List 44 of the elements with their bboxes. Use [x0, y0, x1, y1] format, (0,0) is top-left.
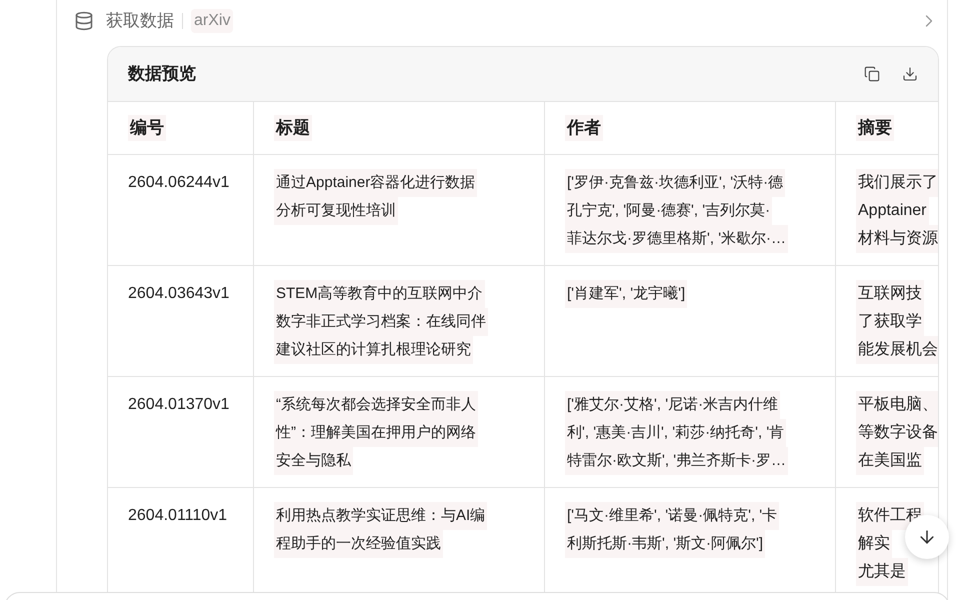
- column-header: 作者: [565, 115, 603, 141]
- abstract-text: 能发展机会: [856, 336, 938, 364]
- abstract-text: 在美国监: [856, 447, 924, 475]
- abstract-text: Apptainer: [856, 197, 928, 225]
- title-text: 程助手的一次经验值实践: [274, 530, 443, 558]
- abstract-text: 解实: [856, 530, 892, 558]
- title-text: 通过Apptainer容器化进行数据: [274, 169, 478, 197]
- authors-text: 孔宁克', '阿曼·德赛', '吉列尔莫·: [565, 197, 772, 225]
- title-text: STEM高等教育中的互联网中介: [274, 280, 485, 308]
- id-text: 2604.03643v1: [128, 285, 230, 302]
- column-header: 标题: [274, 115, 312, 141]
- abstract-text: 尤其是: [856, 558, 908, 586]
- id-text: 2604.01370v1: [128, 396, 230, 413]
- authors-text: ['罗伊·克鲁兹·坎德利亚', '沃特·德: [565, 169, 786, 197]
- abstract-text: 了获取学: [856, 308, 924, 336]
- authors-text: ['肖建军', '龙宇曦']: [565, 280, 688, 308]
- title-text: “系统每次都会选择安全而非人: [274, 391, 478, 419]
- id-text: 2604.01110v1: [128, 507, 228, 524]
- title-text: 建议社区的计算扎根理论研究: [274, 336, 473, 364]
- title-text: 利用热点教学实证思维：与AI编: [274, 502, 488, 530]
- id-text: 2604.06244v1: [128, 174, 230, 191]
- authors-text: 菲达尔戈·罗德里格斯', '米歇尔·…: [565, 225, 788, 253]
- authors-text: 特雷尔·欧文斯', '弗兰齐斯卡·罗…: [565, 447, 788, 475]
- abstract-text: 平板电脑、: [856, 391, 938, 419]
- source-tag: arXiv: [191, 9, 234, 33]
- authors-text: 利斯托斯·韦斯', '斯文·阿佩尔']: [565, 530, 766, 558]
- title-text: 数字非正式学习档案：在线同伴: [274, 308, 488, 336]
- title-text: 性”：理解美国在押用户的网络: [274, 419, 478, 447]
- copy-icon[interactable]: [864, 66, 880, 82]
- step-label: 获取数据: [106, 10, 174, 32]
- abstract-text: 互联网技: [856, 280, 924, 308]
- abstract-text: 等数字设备: [856, 419, 938, 447]
- column-header: 编号: [128, 115, 166, 141]
- card-title: 数据预览: [128, 63, 196, 86]
- column-header: 摘要: [856, 115, 894, 141]
- abstract-text: 我们展示了: [856, 169, 938, 197]
- authors-text: ['马文·维里希', '诺曼·佩特克', '卡: [565, 502, 780, 530]
- authors-text: 利', '惠美·吉川', '莉莎·纳托奇', '肯: [565, 419, 786, 447]
- authors-text: ['雅艾尔·艾格', '尼诺·米吉内什维: [565, 391, 780, 419]
- title-text: 分析可复现性培训: [274, 197, 398, 225]
- title-text: 安全与隐私: [274, 447, 353, 475]
- download-icon[interactable]: [902, 66, 918, 82]
- abstract-text: 材料与资源: [856, 225, 938, 253]
- database-icon: [74, 11, 94, 31]
